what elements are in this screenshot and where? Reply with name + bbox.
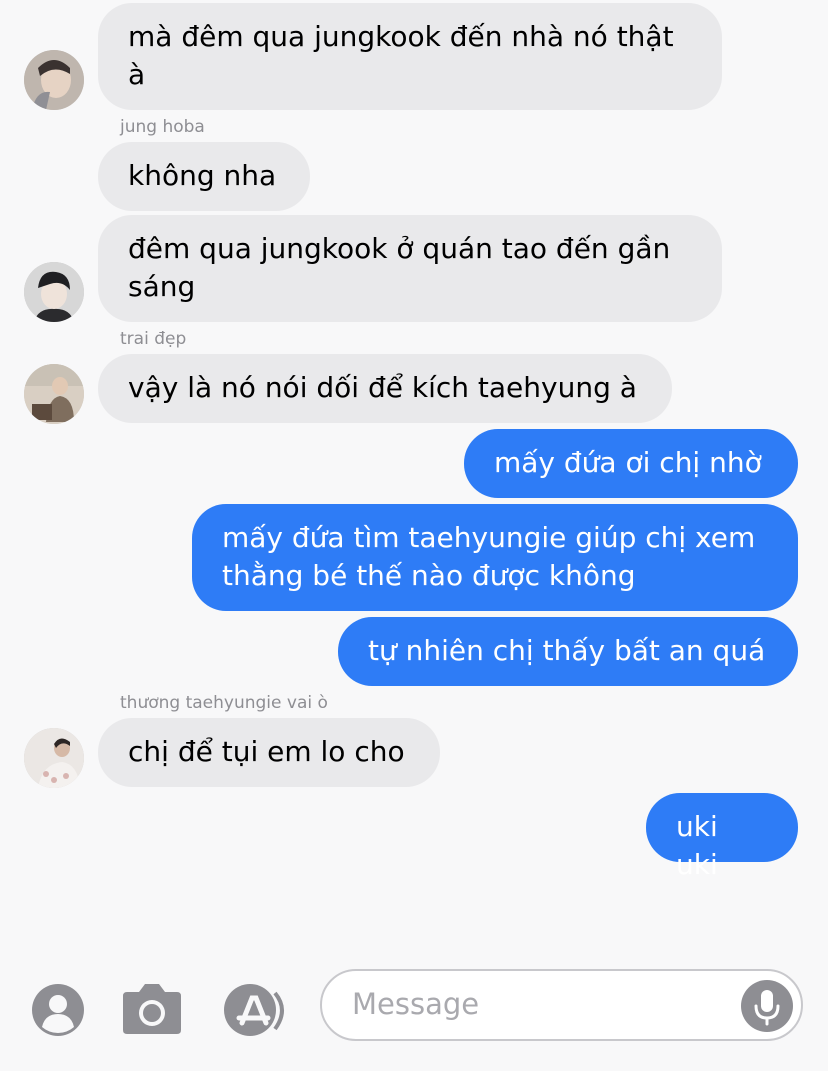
- contact-avatar[interactable]: [24, 262, 84, 322]
- message-text: uki uki: [676, 810, 718, 881]
- contact-avatar[interactable]: [24, 50, 84, 110]
- avatar-photo: [24, 262, 84, 322]
- message-bubble[interactable]: mấy đứa ơi chị nhờ: [464, 429, 798, 498]
- sender-name: jung hoba: [120, 117, 205, 137]
- message-bubble[interactable]: tự nhiên chị thấy bất an quá: [338, 617, 798, 686]
- message-text: mấy đứa ơi chị nhờ: [494, 446, 762, 479]
- message-text: mà đêm qua jungkook đến nhà nó thật à: [128, 20, 674, 91]
- avatar-photo: [24, 50, 84, 110]
- message-text: vậy là nó nói dối để kích taehyung à: [128, 371, 637, 404]
- message-bubble[interactable]: vậy là nó nói dối để kích taehyung à: [98, 354, 672, 423]
- contact-avatar[interactable]: [24, 728, 84, 788]
- contact-avatar[interactable]: [24, 364, 84, 424]
- message-bubble[interactable]: uki uki: [646, 793, 798, 881]
- message-text: chị để tụi em lo cho: [128, 735, 405, 768]
- sender-name: thương taehyungie vai ò: [120, 693, 328, 713]
- message-bubble[interactable]: không nha: [98, 142, 310, 211]
- message-bubble[interactable]: mấy đứa tìm taehyungie giúp chị xem thằn…: [192, 504, 798, 611]
- contact-icon[interactable]: [31, 983, 85, 1041]
- app-store-icon[interactable]: [223, 983, 291, 1041]
- message-text: tự nhiên chị thấy bất an quá: [368, 634, 766, 667]
- sender-name: trai đẹp: [120, 329, 187, 349]
- avatar-photo: [24, 728, 84, 788]
- message-input[interactable]: Message: [320, 969, 803, 1041]
- camera-icon[interactable]: [119, 982, 185, 1040]
- microphone-icon[interactable]: [741, 980, 793, 1032]
- message-thread: mà đêm qua jungkook đến nhà nó thật à ju…: [0, 0, 828, 950]
- message-bubble[interactable]: đêm qua jungkook ở quán tao đến gần sáng: [98, 215, 722, 322]
- avatar-photo: [24, 364, 84, 424]
- message-bubble[interactable]: chị để tụi em lo cho: [98, 718, 440, 787]
- message-input-placeholder: Message: [352, 987, 480, 1021]
- message-text: không nha: [128, 159, 277, 192]
- message-text: mấy đứa tìm taehyungie giúp chị xem thằn…: [222, 521, 756, 592]
- message-bubble[interactable]: mà đêm qua jungkook đến nhà nó thật à: [98, 3, 722, 110]
- message-text: đêm qua jungkook ở quán tao đến gần sáng: [128, 232, 671, 303]
